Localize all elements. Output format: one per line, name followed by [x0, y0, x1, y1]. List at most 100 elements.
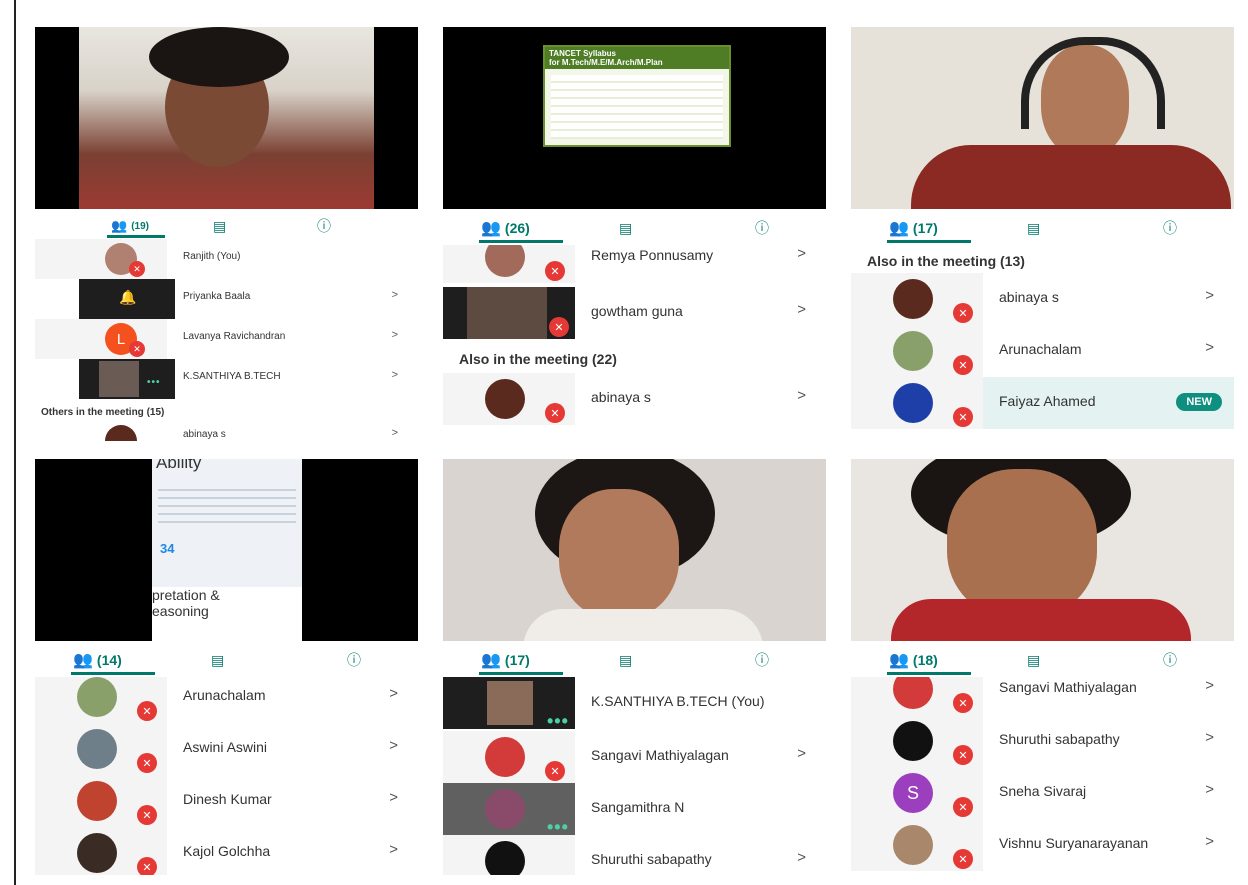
participant-row[interactable]: ✕ Ranjith (You): [35, 239, 418, 279]
tab-chat[interactable]: ▤: [1027, 217, 1040, 239]
mic-off-icon: ✕: [545, 403, 565, 423]
tab-info[interactable]: ⓘ: [1163, 649, 1177, 671]
chevron-right-icon[interactable]: >: [389, 841, 398, 858]
participant-name: Sangamithra N: [591, 799, 685, 815]
meet-panel-1: 👥 (19) ▤ ⓘ ✕ Ranjith (You) 🔔 Priyanka Ba…: [35, 27, 418, 441]
participant-row[interactable]: ✕ Arunachalam >: [35, 677, 418, 723]
mic-off-icon: ✕: [953, 355, 973, 375]
participant-row[interactable]: ✕ Arunachalam >: [851, 325, 1234, 377]
mic-off-icon: ✕: [953, 745, 973, 765]
participant-row[interactable]: ✕ Remya Ponnusamy >: [443, 245, 826, 283]
participant-name: Vishnu Suryanarayanan: [999, 835, 1149, 851]
tab-people[interactable]: 👥 (18): [889, 649, 938, 671]
participant-row[interactable]: ✕ gowtham guna >: [443, 287, 826, 339]
chevron-right-icon[interactable]: >: [1205, 729, 1214, 746]
shared-slide: TANCET Syllabus for M.Tech/M.E/M.Arch/M.…: [543, 45, 731, 147]
chat-icon: ▤: [1027, 219, 1041, 236]
chevron-right-icon[interactable]: >: [797, 849, 806, 866]
participant-row[interactable]: ••• K.SANTHIYA B.TECH (You): [443, 677, 826, 731]
participant-row[interactable]: S ✕ Sneha Sivaraj >: [851, 767, 1234, 819]
participant-thumb: ✕: [851, 377, 983, 429]
tab-people[interactable]: 👥 (17): [889, 217, 938, 239]
participant-name: Remya Ponnusamy: [591, 247, 714, 263]
people-icon: 👥: [111, 218, 128, 233]
chevron-right-icon[interactable]: >: [1205, 287, 1214, 304]
tab-bar: 👥 (17) ▤ ⓘ: [851, 209, 1234, 245]
active-tab-indicator: [479, 672, 563, 675]
chevron-right-icon[interactable]: >: [797, 745, 806, 762]
people-count: (17): [912, 220, 938, 236]
avatar: [893, 825, 933, 865]
participant-row[interactable]: ••• Sangamithra N: [443, 783, 826, 837]
chevron-right-icon[interactable]: >: [1205, 833, 1214, 850]
tab-chat[interactable]: ▤: [211, 649, 224, 671]
participant-row[interactable]: ✕ Aswini Aswini >: [35, 723, 418, 775]
participant-row[interactable]: ✕ Kajol Golchha >: [35, 827, 418, 875]
participant-row[interactable]: ✕ Shuruthi sabapathy >: [851, 715, 1234, 767]
video-feed: Ability 34 pretation & easoning: [35, 459, 418, 641]
participant-row[interactable]: ✕ Vishnu Suryanarayanan >: [851, 819, 1234, 871]
participant-row[interactable]: abinaya s >: [35, 425, 418, 441]
tab-chat[interactable]: ▤: [1027, 649, 1040, 671]
chevron-right-icon[interactable]: >: [1205, 677, 1214, 694]
participant-thumb: L ✕: [35, 319, 167, 359]
participant-row[interactable]: ✕ Dinesh Kumar >: [35, 775, 418, 827]
chevron-right-icon[interactable]: >: [392, 369, 398, 381]
participant-row[interactable]: 🔔 Priyanka Baala >: [35, 279, 418, 319]
tab-chat[interactable]: ▤: [619, 649, 632, 671]
chevron-right-icon[interactable]: >: [389, 737, 398, 754]
participant-thumb: ✕: [35, 723, 167, 775]
mic-off-icon: ✕: [137, 857, 157, 875]
tab-people[interactable]: 👥 (26): [481, 217, 530, 239]
chevron-right-icon[interactable]: >: [392, 427, 398, 439]
mic-off-icon: ✕: [137, 805, 157, 825]
tab-chat[interactable]: ▤: [619, 217, 632, 239]
chevron-right-icon[interactable]: >: [797, 301, 806, 318]
tab-chat[interactable]: ▤: [213, 215, 226, 237]
person-face: [947, 469, 1097, 619]
participant-thumb: ✕: [851, 715, 983, 767]
chevron-right-icon[interactable]: >: [389, 789, 398, 806]
mic-off-icon: ✕: [545, 261, 565, 281]
tab-info[interactable]: ⓘ: [1163, 217, 1177, 239]
participant-row[interactable]: ✕ abinaya s >: [851, 273, 1234, 325]
slide-title: TANCET Syllabus for M.Tech/M.E/M.Arch/M.…: [545, 47, 729, 69]
chevron-right-icon[interactable]: >: [797, 245, 806, 262]
chat-icon: ▤: [211, 651, 225, 668]
video-feed: [35, 27, 418, 209]
tab-info[interactable]: ⓘ: [755, 217, 769, 239]
participants-list: Also in the meeting (13) ✕ abinaya s > ✕…: [851, 245, 1234, 441]
chevron-right-icon[interactable]: >: [797, 387, 806, 404]
info-icon: ⓘ: [317, 218, 331, 234]
tab-info[interactable]: ⓘ: [347, 649, 361, 671]
tab-info[interactable]: ⓘ: [755, 649, 769, 671]
tab-info[interactable]: ⓘ: [317, 215, 331, 237]
tab-people[interactable]: 👥 (14): [73, 649, 122, 671]
chevron-right-icon[interactable]: >: [1205, 339, 1214, 356]
person-shirt: [523, 609, 763, 641]
slide-footer: pretation & easoning: [152, 587, 302, 641]
participant-thumb: ✕: [851, 819, 983, 871]
people-count: (26): [504, 220, 530, 236]
new-badge: NEW: [1176, 393, 1222, 411]
participant-row[interactable]: ••• K.SANTHIYA B.TECH >: [35, 359, 418, 399]
participant-row[interactable]: ✕ Sangavi Mathiyalagan >: [443, 731, 826, 783]
participant-row[interactable]: Shuruthi sabapathy >: [443, 835, 826, 875]
chevron-right-icon[interactable]: >: [392, 329, 398, 341]
tab-people[interactable]: 👥 (19): [111, 215, 149, 237]
chevron-right-icon[interactable]: >: [389, 685, 398, 702]
avatar: [485, 379, 525, 419]
mic-off-icon: ✕: [129, 341, 145, 357]
participant-name: Dinesh Kumar: [183, 791, 272, 807]
chevron-right-icon[interactable]: >: [392, 289, 398, 301]
avatar: [485, 737, 525, 777]
tab-people[interactable]: 👥 (17): [481, 649, 530, 671]
participant-row[interactable]: ✕ Faiyaz Ahamed NEW: [851, 377, 1234, 429]
people-icon: 👥: [481, 220, 501, 237]
participant-row[interactable]: ✕ abinaya s >: [443, 373, 826, 425]
participant-row[interactable]: L ✕ Lavanya Ravichandran >: [35, 319, 418, 359]
participant-row[interactable]: ✕ Sangavi Mathiyalagan >: [851, 677, 1234, 715]
section-header: Others in the meeting (15): [41, 407, 165, 418]
chevron-right-icon[interactable]: >: [1205, 781, 1214, 798]
participant-name: Shuruthi sabapathy: [999, 731, 1120, 747]
